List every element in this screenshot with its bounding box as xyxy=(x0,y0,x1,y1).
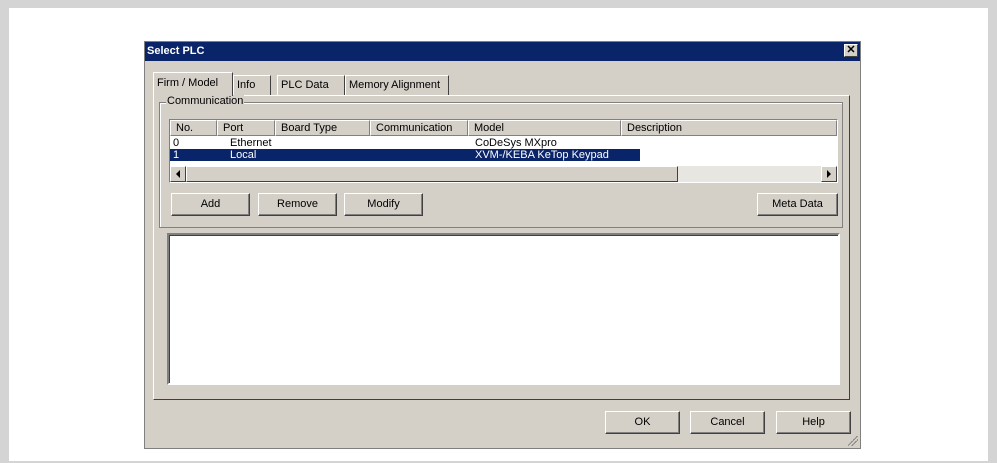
meta-data-button[interactable]: Meta Data xyxy=(757,193,838,216)
scroll-left-button[interactable] xyxy=(170,166,186,182)
tab-label: PLC Data xyxy=(281,79,329,91)
cancel-button[interactable]: Cancel xyxy=(690,411,765,434)
tab-firm-model[interactable]: Firm / Model xyxy=(153,72,233,96)
dialog-title: Select PLC xyxy=(147,45,205,57)
ok-button[interactable]: OK xyxy=(605,411,680,434)
tab-memory-alignment[interactable]: Memory Alignment xyxy=(345,75,449,95)
column-header-description[interactable]: Description xyxy=(621,120,837,136)
add-button[interactable]: Add xyxy=(171,193,250,216)
tab-info[interactable]: Info xyxy=(233,75,271,95)
tab-label: Info xyxy=(237,79,256,91)
close-icon: ✕ xyxy=(846,44,856,56)
list-header: No. Port Board Type Communication Model … xyxy=(170,120,837,136)
close-button[interactable]: ✕ xyxy=(844,44,858,57)
modify-button[interactable]: Modify xyxy=(344,193,423,216)
cell-no: 1 xyxy=(173,149,180,161)
scroll-thumb[interactable] xyxy=(186,166,678,182)
horizontal-scrollbar[interactable] xyxy=(170,166,837,182)
cell-port: Local xyxy=(230,149,257,161)
column-header-communication[interactable]: Communication xyxy=(370,120,468,136)
cell-port: Ethernet xyxy=(230,137,272,149)
table-row[interactable]: 0 Ethernet CoDeSys MXpro xyxy=(170,137,837,149)
title-bar[interactable]: Select PLC ✕ xyxy=(145,42,860,61)
scroll-right-button[interactable] xyxy=(821,166,837,182)
arrow-right-icon xyxy=(827,170,831,178)
remove-button[interactable]: Remove xyxy=(258,193,337,216)
arrow-left-icon xyxy=(176,170,180,178)
tab-plc-data[interactable]: PLC Data xyxy=(277,75,345,95)
resize-grip-icon[interactable] xyxy=(848,436,858,446)
tab-label: Memory Alignment xyxy=(349,79,441,91)
cell-model: XVM-/KEBA KeTop Keypad xyxy=(475,149,609,161)
table-row-selected[interactable]: 1 Local XVM-/KEBA KeTop Keypad xyxy=(170,149,640,161)
cell-no: 0 xyxy=(173,137,180,149)
tab-label: Firm / Model xyxy=(157,77,219,89)
help-button[interactable]: Help xyxy=(776,411,851,434)
communication-list[interactable]: No. Port Board Type Communication Model … xyxy=(169,119,838,183)
column-header-board-type[interactable]: Board Type xyxy=(275,120,370,136)
details-textarea[interactable] xyxy=(167,233,840,385)
select-plc-dialog: Select PLC ✕ Firm / Model Info PLC Data … xyxy=(144,41,861,449)
groupbox-label: Communication xyxy=(166,95,245,107)
column-header-model[interactable]: Model xyxy=(468,120,621,136)
cell-model: CoDeSys MXpro xyxy=(475,137,557,149)
column-header-port[interactable]: Port xyxy=(217,120,275,136)
column-header-no[interactable]: No. xyxy=(170,120,217,136)
